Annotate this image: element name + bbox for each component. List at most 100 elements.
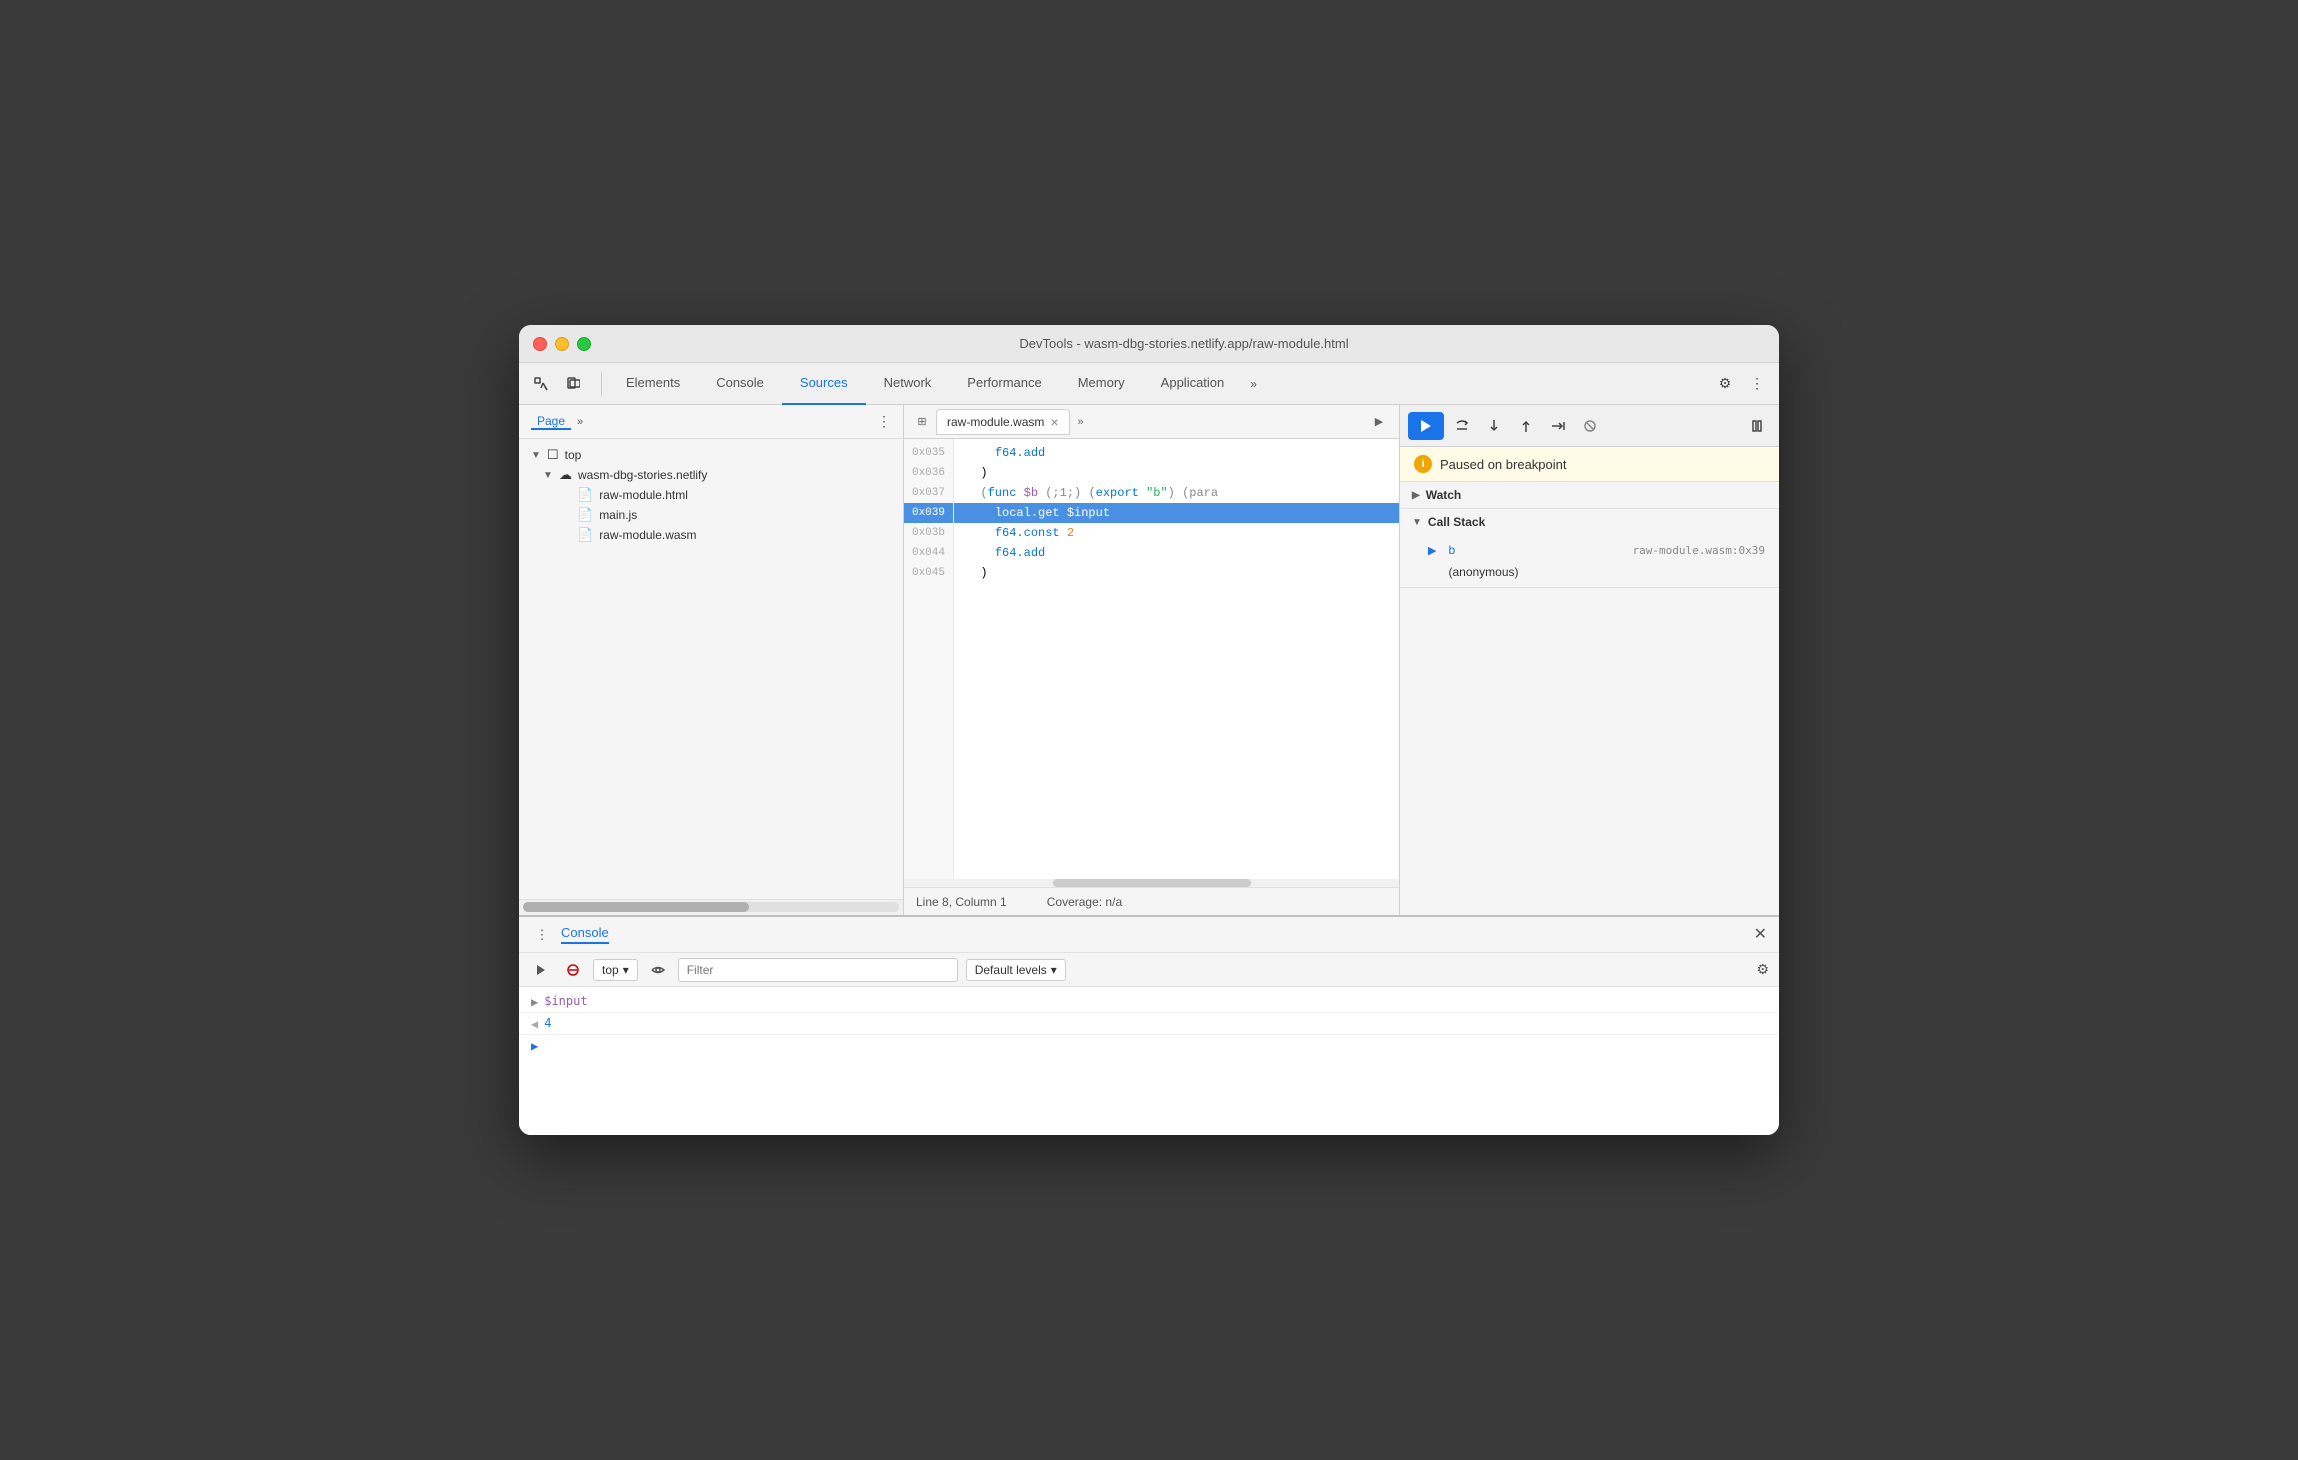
device-toggle-btn[interactable] xyxy=(559,370,587,398)
line-num-0x036: 0x036 xyxy=(904,463,953,483)
watch-label: Watch xyxy=(1426,488,1462,502)
console-title[interactable]: Console xyxy=(561,925,609,944)
window-title: DevTools - wasm-dbg-stories.netlify.app/… xyxy=(603,336,1765,351)
close-button[interactable] xyxy=(533,337,547,351)
code-indent xyxy=(966,466,980,480)
code-indent xyxy=(966,446,995,460)
code-h-scrollbar[interactable] xyxy=(904,879,1399,887)
code-sp4 xyxy=(1060,526,1067,540)
callstack-item-b[interactable]: ▶ b raw-module.wasm:0x39 xyxy=(1400,539,1779,561)
console-entry-arrow-out: ◀ xyxy=(531,1017,538,1031)
line-num-0x039: 0x039 xyxy=(904,503,953,523)
editor-tab-wasm[interactable]: raw-module.wasm × xyxy=(936,409,1070,435)
code-line-0x044: f64.add xyxy=(954,543,1399,563)
toolbar-icons xyxy=(527,370,587,398)
minimize-button[interactable] xyxy=(555,337,569,351)
watch-section: ▶ Watch xyxy=(1400,482,1779,509)
code-f64add2: f64.add xyxy=(995,546,1045,560)
code-line-0x036: ) xyxy=(954,463,1399,483)
tab-network[interactable]: Network xyxy=(866,363,950,405)
console-eye-btn[interactable] xyxy=(646,958,670,982)
editor-tabs: ⊞ raw-module.wasm × » ▶ xyxy=(904,405,1399,439)
step-btn[interactable] xyxy=(1544,412,1572,440)
more-options-btn[interactable]: ⋮ xyxy=(1743,370,1771,398)
console-entry-input: ▶ $input xyxy=(519,991,1779,1013)
editor-position: Line 8, Column 1 xyxy=(916,895,1007,909)
sidebar-options-btn[interactable]: ⋮ xyxy=(877,413,891,430)
tab-application[interactable]: Application xyxy=(1143,363,1243,405)
callstack-item-arrow: ▶ xyxy=(1428,544,1436,557)
info-icon: i xyxy=(1414,455,1432,473)
console-gear-btn[interactable]: ⚙ xyxy=(1756,961,1769,978)
code-paren-open: ( xyxy=(980,486,987,500)
callstack-content: ▶ b raw-module.wasm:0x39 ▶ (anonymous) xyxy=(1400,535,1779,587)
tab-performance[interactable]: Performance xyxy=(949,363,1059,405)
settings-btn[interactable]: ⚙ xyxy=(1711,370,1739,398)
console-panel: ⋮ Console ✕ top ▾ xyxy=(519,915,1779,1135)
code-indent xyxy=(966,486,980,500)
callstack-item-anon[interactable]: ▶ (anonymous) xyxy=(1400,561,1779,583)
code-content[interactable]: f64.add ) (func $b (;1;) (export "b") (p… xyxy=(954,439,1399,879)
levels-label: Default levels xyxy=(975,963,1047,977)
console-entry-output: ◀ 4 xyxy=(519,1013,1779,1035)
line-num-0x037: 0x037 xyxy=(904,483,953,503)
watch-header[interactable]: ▶ Watch xyxy=(1400,482,1779,508)
callstack-item-name: b xyxy=(1448,543,1455,557)
console-levels-select[interactable]: Default levels ▾ xyxy=(966,959,1066,981)
debug-toolbar xyxy=(1400,405,1779,447)
inspect-element-btn[interactable] xyxy=(527,370,555,398)
tab-elements[interactable]: Elements xyxy=(608,363,698,405)
more-tabs-btn[interactable]: » xyxy=(1242,363,1265,405)
sidebar-tab-page[interactable]: Page xyxy=(531,414,571,430)
tree-item-wasm[interactable]: 📄 raw-module.wasm xyxy=(519,525,903,545)
code-line-0x035: f64.add xyxy=(954,443,1399,463)
tree-item-html[interactable]: 📄 raw-module.html xyxy=(519,485,903,505)
tab-memory[interactable]: Memory xyxy=(1060,363,1143,405)
scrollbar-thumb xyxy=(523,902,749,912)
console-context-select[interactable]: top ▾ xyxy=(593,959,638,981)
tab-console[interactable]: Console xyxy=(698,363,782,405)
console-input-line[interactable]: ▶ xyxy=(519,1035,1779,1057)
editor-tab-toggle[interactable]: ⊞ xyxy=(912,412,932,432)
editor-tab-more[interactable]: » xyxy=(1074,416,1088,428)
tree-item-origin[interactable]: ▼ ☁ wasm-dbg-stories.netlify xyxy=(519,465,903,485)
console-repl-input[interactable] xyxy=(544,1039,1767,1053)
context-dropdown-icon: ▾ xyxy=(623,963,629,977)
tree-label-top: top xyxy=(565,448,582,462)
console-entry-arrow-input: ▶ xyxy=(531,995,538,1009)
line-num-0x03b: 0x03b xyxy=(904,523,953,543)
tab-sources[interactable]: Sources xyxy=(782,363,866,405)
tree-label-wasm: raw-module.wasm xyxy=(599,528,696,542)
console-options-btn[interactable]: ⋮ xyxy=(531,924,553,946)
console-input-arrow: ▶ xyxy=(531,1039,538,1053)
code-local: local.get xyxy=(995,506,1060,520)
editor-tab-close[interactable]: × xyxy=(1050,415,1058,429)
code-line-0x03b: f64.const 2 xyxy=(954,523,1399,543)
fullscreen-button[interactable] xyxy=(577,337,591,351)
console-content: ▶ $input ◀ 4 ▶ xyxy=(519,987,1779,1135)
tree-item-js[interactable]: 📄 main.js xyxy=(519,505,903,525)
cloud-icon: ☁ xyxy=(559,467,572,483)
tree-label-js: main.js xyxy=(599,508,637,522)
sidebar-h-scrollbar[interactable] xyxy=(523,902,899,912)
callstack-arrow: ▼ xyxy=(1412,517,1422,528)
code-string: "b" xyxy=(1146,486,1168,500)
code-line-0x045: ) xyxy=(954,563,1399,583)
console-close-btn[interactable]: ✕ xyxy=(1754,927,1767,943)
console-filter-input[interactable] xyxy=(678,958,958,982)
console-clear-btn[interactable] xyxy=(561,958,585,982)
step-out-btn[interactable] xyxy=(1512,412,1540,440)
console-run-btn[interactable] xyxy=(529,958,553,982)
tree-label-origin: wasm-dbg-stories.netlify xyxy=(578,468,707,482)
tree-item-top[interactable]: ▼ ☐ top xyxy=(519,445,903,465)
code-sp3 xyxy=(1060,506,1067,520)
deactivate-btn[interactable] xyxy=(1576,412,1604,440)
pause-exception-btn[interactable] xyxy=(1743,412,1771,440)
resume-btn-group[interactable] xyxy=(1408,412,1444,440)
watch-arrow: ▶ xyxy=(1412,490,1420,501)
step-over-btn[interactable] xyxy=(1448,412,1476,440)
sidebar-more-tabs[interactable]: » xyxy=(577,416,583,428)
callstack-header[interactable]: ▼ Call Stack xyxy=(1400,509,1779,535)
step-into-btn[interactable] xyxy=(1480,412,1508,440)
editor-run-btn[interactable]: ▶ xyxy=(1367,410,1391,434)
